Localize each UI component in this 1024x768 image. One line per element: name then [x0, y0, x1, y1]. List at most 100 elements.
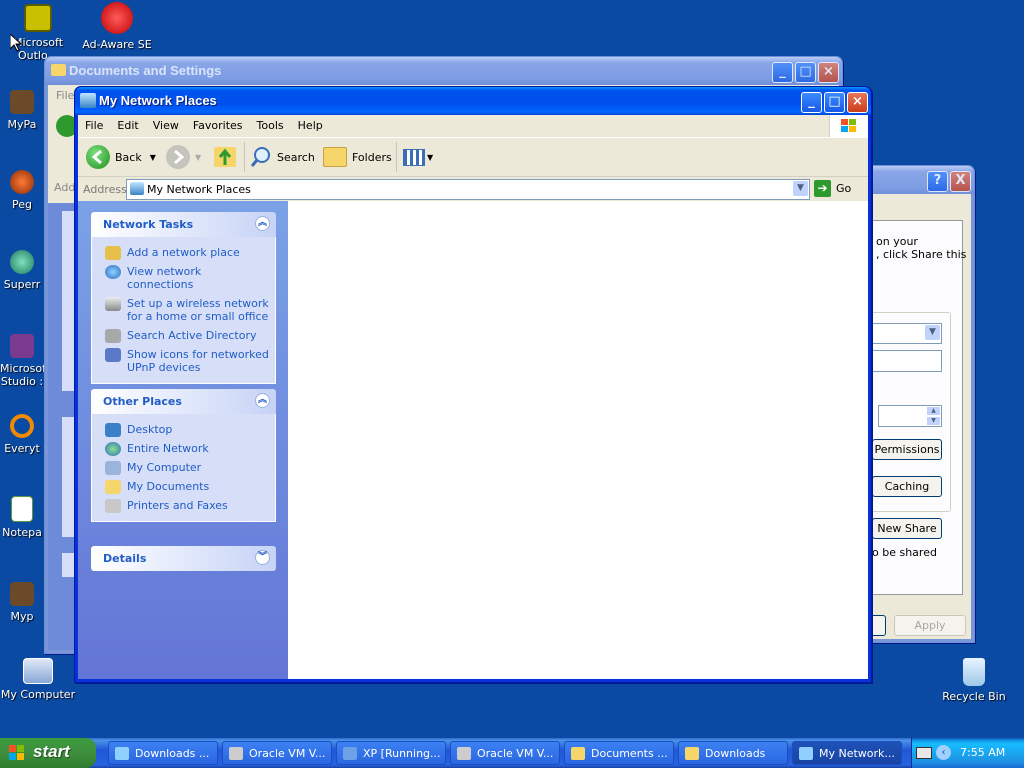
clock[interactable]: 7:55 AM	[960, 746, 1005, 759]
menu-view[interactable]: View	[146, 115, 186, 132]
upnp-devices-icon	[105, 348, 121, 362]
collapse-chevron-icon[interactable]: ︽	[255, 393, 270, 408]
user-limit-spinner[interactable]: ▲ ▼	[878, 405, 942, 427]
desktop-icon-peg[interactable]: Peg	[0, 170, 44, 211]
back-arrow-icon	[86, 145, 110, 169]
menu-file[interactable]: File	[78, 115, 110, 132]
vm-window-icon	[343, 747, 357, 760]
menu-tools[interactable]: Tools	[250, 115, 291, 132]
desktop-icon-my-computer[interactable]: My Computer	[0, 658, 76, 701]
desktop-icon-recycle-bin[interactable]: Recycle Bin	[936, 658, 1012, 703]
place-entire-network[interactable]: Entire Network	[92, 439, 275, 458]
desktop-icon-everything[interactable]: Everyt	[0, 414, 44, 455]
address-field[interactable]: My Network Places ▼	[126, 179, 810, 200]
go-button[interactable]: ➔ Go	[814, 179, 860, 198]
views-button[interactable]: ▼	[403, 144, 433, 170]
taskbar-button-my-network[interactable]: My Network...	[792, 741, 902, 765]
toolbar-separator	[244, 142, 245, 172]
search-button[interactable]: Search	[250, 144, 315, 170]
desktop-icon-notepad[interactable]: Notepa	[0, 496, 44, 539]
tray-expand-icon[interactable]: ‹	[936, 745, 951, 760]
taskbar-button-downloads-1[interactable]: Downloads ...	[108, 741, 218, 765]
up-button[interactable]	[214, 144, 236, 170]
views-icon	[403, 148, 425, 166]
views-dropdown-icon: ▼	[427, 152, 434, 162]
taskbar-button-oracle-vm-1[interactable]: Oracle VM V...	[222, 741, 332, 765]
share-name-dropdown[interactable]: ▼	[872, 323, 942, 344]
folder-icon	[51, 64, 66, 76]
desktop-icon-super[interactable]: Superr	[0, 250, 44, 291]
keyboard-icon[interactable]	[916, 747, 932, 759]
adaware-icon	[101, 2, 133, 34]
close-button[interactable]: ×	[818, 62, 839, 83]
maximize-button[interactable]: □	[795, 62, 816, 83]
maximize-button[interactable]: □	[824, 92, 845, 113]
new-share-button[interactable]: New Share	[872, 518, 942, 539]
forward-button[interactable]: ▼	[166, 144, 201, 170]
comment-field[interactable]	[872, 350, 942, 372]
cancel-button-stub[interactable]	[872, 615, 886, 636]
toolbar-separator	[396, 142, 397, 172]
address-value: My Network Places	[147, 183, 251, 196]
titlebar[interactable]: Documents and Settings _ □ ×	[45, 57, 842, 85]
collapse-chevron-icon[interactable]: ︽	[255, 216, 270, 231]
forward-dropdown-icon[interactable]: ▼	[195, 153, 201, 162]
task-view-network-connections[interactable]: View network connections	[92, 262, 275, 294]
other-places-panel: Other Places ︽ Desktop Entire Network My…	[91, 389, 276, 522]
task-add-network-place[interactable]: Add a network place	[92, 243, 275, 262]
panel-header[interactable]: Details ︾	[91, 546, 276, 571]
window-title: My Network Places	[99, 93, 217, 108]
help-button[interactable]: ?	[927, 171, 948, 192]
taskbar-button-documents[interactable]: Documents ...	[564, 741, 674, 765]
place-printers-and-faxes[interactable]: Printers and Faxes	[92, 496, 275, 515]
folders-button[interactable]: Folders	[323, 144, 392, 170]
panel-body: Desktop Entire Network My Computer My Do…	[91, 414, 276, 522]
back-button[interactable]: Back ▼	[86, 144, 156, 170]
task-show-upnp-icons[interactable]: Show icons for networked UPnP devices	[92, 345, 275, 377]
back-dropdown-icon[interactable]: ▼	[150, 153, 156, 162]
task-setup-wireless[interactable]: Set up a wireless network for a home or …	[92, 294, 275, 326]
folder-icon	[685, 747, 699, 760]
place-my-documents[interactable]: My Documents	[92, 477, 275, 496]
menu-help[interactable]: Help	[291, 115, 330, 132]
taskbar-button-oracle-vm-2[interactable]: Oracle VM V...	[450, 741, 560, 765]
expand-chevron-icon[interactable]: ︾	[255, 550, 270, 565]
taskbar: start Downloads ... Oracle VM V... XP [R…	[0, 738, 1024, 768]
caching-button[interactable]: Caching	[872, 476, 942, 497]
task-search-active-directory[interactable]: Search Active Directory	[92, 326, 275, 345]
my-network-places-window[interactable]: My Network Places _ □ × File Edit View Favo…	[74, 86, 872, 683]
taskbar-button-downloads-2[interactable]: Downloads	[678, 741, 788, 765]
wireless-icon	[105, 297, 121, 311]
network-places-icon	[799, 747, 813, 760]
desktop-icon	[105, 423, 121, 437]
mypa-icon	[10, 90, 34, 114]
address-dropdown-icon[interactable]: ▼	[793, 181, 808, 196]
menu-file-stub[interactable]: File	[56, 89, 74, 102]
place-my-computer[interactable]: My Computer	[92, 458, 275, 477]
minimize-button[interactable]: _	[772, 62, 793, 83]
spinner-down-icon[interactable]: ▼	[927, 417, 940, 425]
close-button[interactable]: ×	[847, 92, 868, 113]
spinner-up-icon[interactable]: ▲	[927, 407, 940, 415]
content-pane[interactable]	[288, 201, 868, 679]
panel-header[interactable]: Other Places ︽	[91, 389, 276, 414]
mouse-cursor	[9, 32, 23, 55]
minimize-button[interactable]: _	[801, 92, 822, 113]
menu-favorites[interactable]: Favorites	[186, 115, 250, 132]
panel-header[interactable]: Network Tasks ︽	[91, 212, 276, 237]
titlebar[interactable]: My Network Places _ □ ×	[75, 87, 871, 115]
forward-arrow-icon	[166, 145, 190, 169]
permissions-button[interactable]: Permissions	[872, 439, 942, 460]
myp-icon	[10, 582, 34, 606]
dialog-close-button[interactable]: X	[950, 171, 971, 192]
desktop-icon-studio[interactable]: Microsoft Studio :	[0, 334, 50, 388]
desktop-icon-mypa[interactable]: MyPa	[0, 90, 44, 131]
desktop-icon-adaware[interactable]: Ad-Aware SE	[79, 2, 155, 51]
notepad-icon	[11, 496, 33, 522]
apply-button[interactable]: Apply	[894, 615, 966, 636]
taskbar-button-xp-running[interactable]: XP [Running...	[336, 741, 446, 765]
desktop-icon-myp[interactable]: Myp	[0, 582, 44, 623]
start-button[interactable]: start	[0, 738, 96, 768]
menu-edit[interactable]: Edit	[110, 115, 145, 132]
place-desktop[interactable]: Desktop	[92, 420, 275, 439]
